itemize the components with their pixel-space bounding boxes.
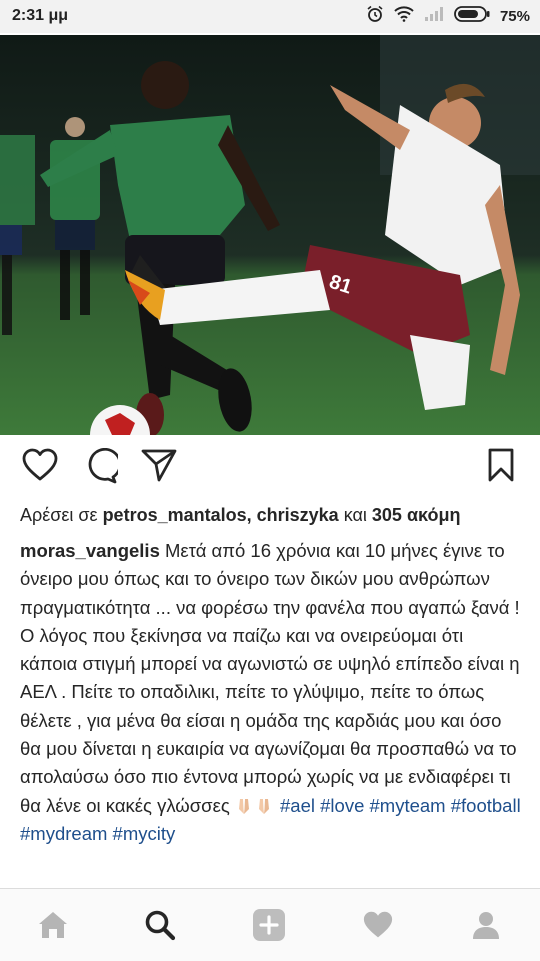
hashtag-link[interactable]: #football bbox=[451, 795, 521, 816]
battery-icon bbox=[454, 5, 490, 27]
comment-icon[interactable] bbox=[82, 447, 122, 489]
caption-username[interactable]: moras_vangelis bbox=[20, 540, 160, 561]
likes-count[interactable]: 305 ακόμη bbox=[372, 505, 461, 525]
profile-icon[interactable] bbox=[469, 908, 503, 942]
status-bar: 2:31 μμ 75% bbox=[0, 0, 540, 33]
signal-icon bbox=[424, 6, 444, 27]
hashtag-link[interactable]: #ael bbox=[280, 795, 315, 816]
like-heart-icon[interactable] bbox=[22, 448, 58, 487]
post-caption: moras_vangelis Μετά από 16 χρόνια και 10… bbox=[20, 537, 525, 848]
likes-conj: και bbox=[343, 505, 367, 525]
add-post-icon[interactable] bbox=[252, 908, 286, 942]
search-icon[interactable] bbox=[143, 908, 177, 942]
hashtag-link[interactable]: #mycity bbox=[113, 823, 176, 844]
football-photo: 81 bbox=[0, 35, 540, 435]
bottom-nav bbox=[0, 888, 540, 961]
wifi-icon bbox=[394, 5, 414, 27]
bookmark-icon[interactable] bbox=[487, 448, 515, 487]
liker-username[interactable]: chriszyka bbox=[257, 505, 339, 525]
praying-hands-emoji bbox=[235, 795, 280, 816]
hashtag-link[interactable]: #mydream bbox=[20, 823, 107, 844]
likes-line: Αρέσει σε petros_mantalos, chriszyka και… bbox=[20, 505, 460, 526]
post-actions bbox=[0, 447, 540, 490]
alarm-icon bbox=[366, 5, 384, 28]
likes-prefix: Αρέσει σε bbox=[20, 505, 98, 525]
battery-percent: 75% bbox=[499, 7, 530, 25]
post-image[interactable]: 81 bbox=[0, 35, 540, 435]
share-send-icon[interactable] bbox=[141, 448, 177, 487]
caption-text: Μετά από 16 χρόνια και 10 μήνες έγινε το… bbox=[20, 540, 520, 816]
activity-heart-icon[interactable] bbox=[361, 908, 395, 942]
liker-username[interactable]: petros_mantalos, bbox=[103, 505, 252, 525]
status-time: 2:31 μμ bbox=[12, 7, 69, 24]
home-icon[interactable] bbox=[36, 908, 70, 942]
hashtag-link[interactable]: #myteam bbox=[370, 795, 446, 816]
hashtag-link[interactable]: #love bbox=[320, 795, 364, 816]
